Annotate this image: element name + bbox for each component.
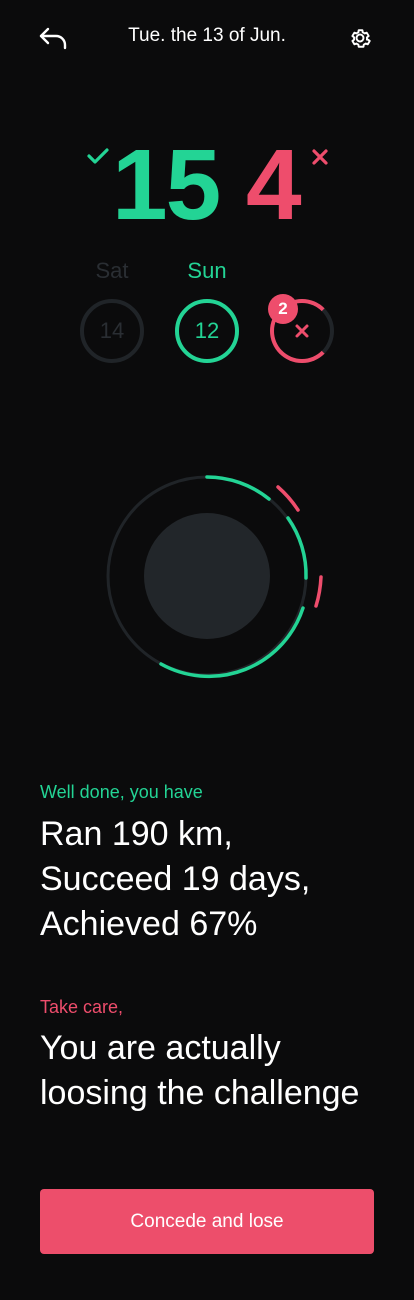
day-number: 12 <box>194 318 220 343</box>
ring-fail-arc <box>314 575 323 608</box>
back-button[interactable] <box>36 22 70 54</box>
day-circle: 12 <box>175 299 239 363</box>
ring-center <box>144 513 270 639</box>
day-sun[interactable]: Sun 12 <box>172 257 242 363</box>
settings-button[interactable] <box>344 22 376 54</box>
day-number: 14 <box>99 318 125 343</box>
success-count: 15 <box>112 129 221 241</box>
fail-count: 4 <box>246 129 302 241</box>
stat-line: Achieved 67% <box>40 905 258 943</box>
undo-arrow-icon <box>39 27 67 50</box>
check-icon <box>87 148 109 164</box>
day-sat[interactable]: Sat 14 <box>77 257 147 363</box>
score-display: 15 4 <box>0 130 414 240</box>
ring-fail-arc <box>276 485 300 512</box>
gear-icon <box>351 29 371 48</box>
missed-count-badge: 2 <box>268 294 298 324</box>
day-failed[interactable]: 2 <box>267 257 337 363</box>
page-title: Tue. the 13 of Jun. <box>128 25 286 46</box>
progress-ring <box>106 475 323 679</box>
concede-button[interactable]: Concede and lose <box>40 1189 374 1254</box>
day-circle: 14 <box>80 299 144 363</box>
stat-line: Succeed 19 days, <box>40 860 311 898</box>
stats-list: Ran 190 km, Succeed 19 days, Achieved 67… <box>40 812 310 947</box>
day-label: Sun <box>187 258 227 283</box>
stat-line: Ran 190 km, <box>40 815 233 853</box>
x-icon <box>295 324 309 338</box>
warning-caption: Take care, <box>40 997 124 1017</box>
x-icon <box>312 149 328 165</box>
day-label: Sat <box>95 258 129 283</box>
success-caption: Well done, you have <box>40 782 203 802</box>
day-label <box>267 257 337 285</box>
day-circle: 2 <box>268 294 334 363</box>
ring-success-arc <box>286 516 308 580</box>
top-bar: Tue. the 13 of Jun. <box>0 0 414 76</box>
warning-message: You are actually loosing the challenge <box>40 1029 360 1112</box>
ring-success-arc <box>205 475 271 501</box>
